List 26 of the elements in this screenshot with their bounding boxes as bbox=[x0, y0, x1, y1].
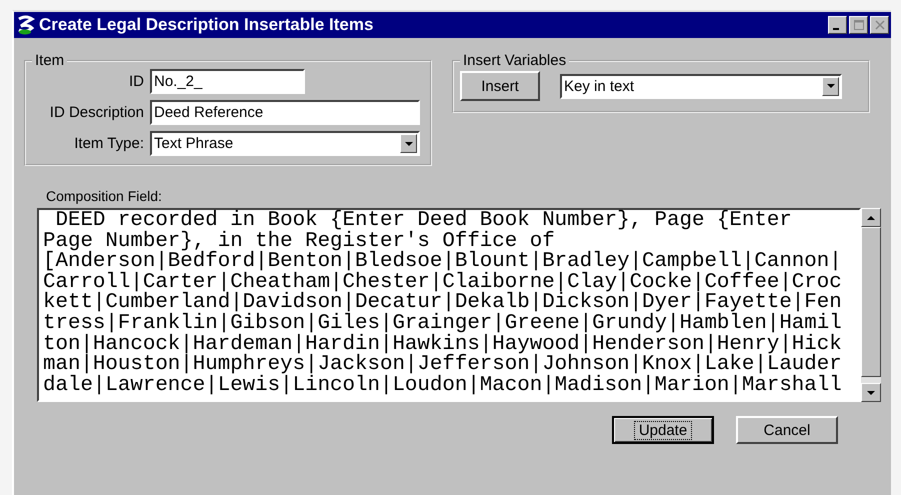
scroll-thumb[interactable] bbox=[861, 227, 881, 377]
close-icon bbox=[874, 19, 886, 31]
scroll-down-icon[interactable] bbox=[861, 383, 881, 402]
text-field[interactable]: No._2_ bbox=[150, 69, 305, 94]
maximize-button[interactable] bbox=[849, 16, 868, 34]
cancel-button[interactable]: Cancel bbox=[736, 416, 838, 444]
window-title: Create Legal Description Insertable Items bbox=[39, 15, 374, 35]
field-label: ID Description bbox=[48, 104, 144, 121]
group-label: Item bbox=[34, 52, 66, 69]
insert-button[interactable]: Insert bbox=[460, 71, 540, 101]
text-field[interactable]: Deed Reference bbox=[150, 100, 420, 125]
maximize-icon bbox=[852, 19, 864, 31]
field-label: ID bbox=[128, 73, 144, 90]
minimize-icon bbox=[833, 28, 839, 30]
field-label: Item Type: bbox=[73, 135, 144, 152]
scroll-up-icon[interactable] bbox=[861, 208, 881, 227]
variable-dropdown[interactable]: Key in text bbox=[560, 74, 842, 98]
group-label: Insert Variables bbox=[462, 52, 568, 69]
composition-field[interactable]: DEED recorded in Book {Enter Deed Book Number}, Page {Enter Page Number}, in the Register's Office of [Anderson|Bedford|Benton|Bledsoe|Blount|Bradley|Campbell|Cannon| Carroll|Carter|Cheatham|Chester|Claiborne|Clay|Cocke|Coffee|Croc kett|Cumberland|Davidson|Decatur|Dekalb|Dickson|Dyer|Fayette|Fen tress|Franklin|Gibson|Giles|Grainger|Greene|Grundy|Hamblen|Hamil ton|Hancock|Hardeman|Hardin|Hawkins|Haywood|Henderson|Henry|Hick man|Houston|Humphreys|Jackson|Jefferson|Johnson|Knox|Lake|Lauder dale|Lawrence|Lewis|Lincoln|Loudon|Macon|Madison|Marion|Marshall bbox=[37, 208, 862, 402]
update-button[interactable]: Update bbox=[612, 416, 714, 444]
item-type-dropdown[interactable]: Text Phrase bbox=[150, 131, 420, 156]
minimize-button[interactable] bbox=[828, 16, 847, 34]
vertical-scrollbar[interactable] bbox=[861, 208, 881, 402]
logo-icon bbox=[16, 15, 36, 35]
composition-label: Composition Field: bbox=[46, 188, 163, 204]
close-button[interactable] bbox=[870, 16, 889, 34]
